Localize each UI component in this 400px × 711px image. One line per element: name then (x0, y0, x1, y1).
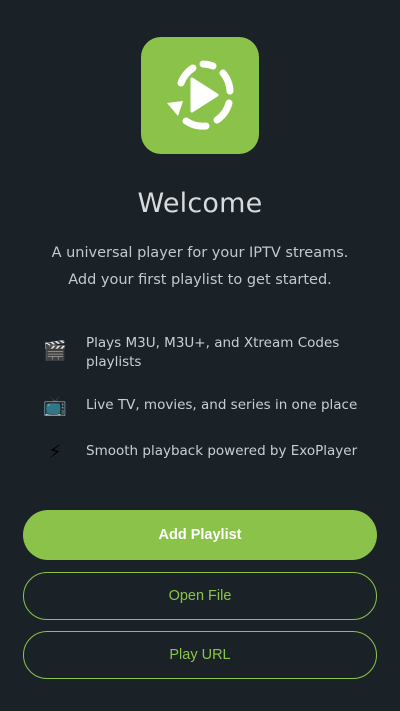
feature-text: Plays M3U, M3U+, and Xtream Codes playli… (86, 335, 340, 370)
welcome-subtitle: A universal player for your IPTV streams… (51, 245, 349, 288)
lightning-icon: ⚡ (48, 441, 62, 463)
feature-text: Live TV, movies, and series in one place (86, 397, 358, 413)
welcome-title: Welcome (137, 188, 263, 219)
feature-text: Smooth playback powered by ExoPlayer (86, 443, 358, 459)
clapperboard-icon: 🎬 (43, 340, 67, 362)
play-url-button[interactable]: Play URL (23, 631, 377, 679)
welcome-screen: Welcome A universal player for your IPTV… (0, 0, 400, 711)
add-playlist-button[interactable]: Add Playlist (23, 510, 377, 560)
app-logo (141, 37, 259, 154)
open-file-button[interactable]: Open File (23, 572, 377, 620)
television-icon: 📺 (43, 395, 67, 417)
play-refresh-icon (167, 60, 234, 130)
